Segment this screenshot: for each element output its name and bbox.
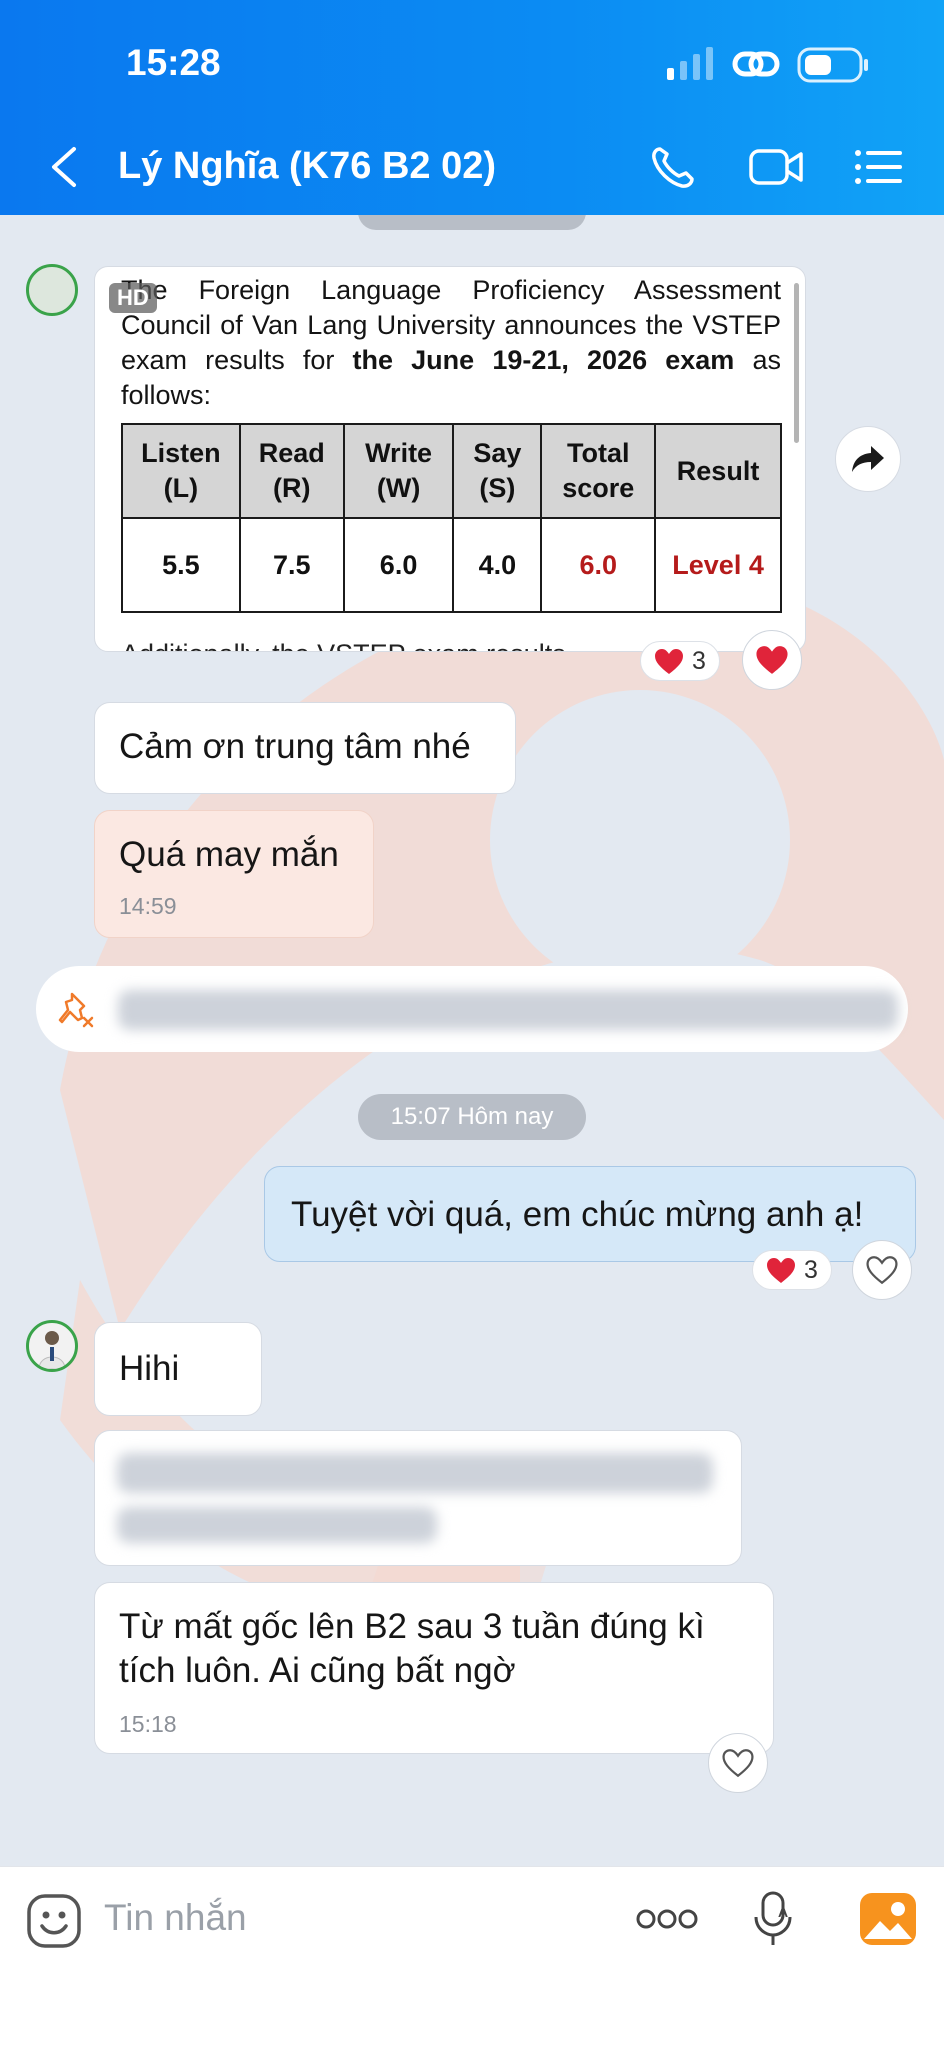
header-total: Total score (540, 423, 657, 519)
video-call-icon[interactable] (748, 143, 804, 191)
forward-button[interactable] (835, 426, 901, 492)
announcement-message[interactable]: The Foreign Language Proficiency Assessm… (94, 266, 806, 652)
message-composer: Tin nhắn A (0, 1866, 944, 2048)
reaction-summary[interactable]: 3 (752, 1250, 832, 1290)
card-scrollbar[interactable] (794, 283, 799, 443)
reaction-summary[interactable]: 3 (640, 641, 720, 681)
value-write: 6.0 (342, 517, 455, 613)
heart-icon (767, 1257, 796, 1283)
message-time: 14:59 (119, 893, 177, 919)
react-heart-button[interactable] (708, 1733, 768, 1793)
message-input[interactable]: Tin nhắn (104, 1897, 247, 1939)
phone-call-icon[interactable] (648, 143, 704, 191)
my-message-bubble[interactable]: Tuyệt vời quá, em chúc mừng anh ạ! (264, 1166, 916, 1262)
message-bubble[interactable]: Cảm ơn trung tâm nhé (94, 702, 516, 794)
blurred-content (117, 1507, 437, 1543)
blurred-content (117, 1453, 713, 1493)
menu-list-icon[interactable] (852, 143, 908, 191)
message-time: 15:18 (119, 1711, 177, 1737)
reaction-count: 3 (804, 1255, 818, 1284)
more-options-icon[interactable] (636, 1907, 698, 1931)
back-arrow-icon[interactable] (46, 145, 82, 189)
svg-text:A: A (778, 1904, 788, 1920)
blurred-message-bubble[interactable] (94, 1430, 742, 1566)
heart-icon (655, 648, 684, 674)
message-text: Tuyệt vời quá, em chúc mừng anh ạ! (291, 1195, 864, 1234)
message-bubble[interactable]: Quá may mắn 14:59 (94, 810, 374, 938)
message-bubble[interactable]: Hihi (94, 1322, 262, 1416)
heart-outline-icon (866, 1256, 898, 1285)
value-read: 7.5 (238, 517, 345, 613)
date-separator: 15:07 Hôm nay (358, 1094, 586, 1140)
value-total: 6.0 (540, 517, 657, 613)
react-heart-button[interactable] (852, 1240, 912, 1300)
value-say: 4.0 (452, 517, 543, 613)
message-text: Hihi (119, 1349, 180, 1388)
announcement-text: The Foreign Language Proficiency Assessm… (121, 275, 781, 410)
hd-badge: HD (109, 283, 157, 313)
status-time: 15:28 (126, 42, 221, 83)
blurred-content (118, 990, 898, 1030)
header-say: Say (S) (452, 423, 543, 519)
message-text: Quá may mắn (119, 835, 339, 874)
message-text: Từ mất gốc lên B2 sau 3 tuần đúng kì tíc… (119, 1607, 705, 1690)
reaction-count: 3 (692, 646, 706, 675)
header-write: Write (W) (342, 423, 455, 519)
chat-header: 15:28 Lý Nghĩa (K76 B2 02) (0, 0, 944, 215)
announcement-cut-text: Additionally, the VSTEP exam results ... (121, 639, 596, 651)
sender-avatar[interactable] (26, 1320, 78, 1372)
header-listen: Listen (L) (121, 423, 241, 519)
header-result: Result (654, 423, 782, 519)
message-text: Cảm ơn trung tâm nhé (119, 727, 471, 766)
pinned-message-bar[interactable] (36, 966, 908, 1052)
sticker-emoji-icon[interactable] (26, 1893, 82, 1949)
battery-icon (797, 47, 868, 83)
status-icons (667, 47, 868, 83)
message-bubble[interactable]: Từ mất gốc lên B2 sau 3 tuần đúng kì tíc… (94, 1582, 774, 1754)
signal-icon (667, 47, 713, 80)
person-photo-icon (38, 1331, 66, 1369)
value-result: Level 4 (654, 517, 782, 613)
image-gallery-icon[interactable] (860, 1893, 916, 1945)
heart-filled-icon (756, 646, 788, 674)
results-table: Listen (L) Read (R) Write (W) Say (S) Total s… (121, 423, 782, 613)
value-listen: 5.5 (121, 517, 241, 613)
heart-outline-icon (722, 1749, 754, 1778)
forward-arrow-icon (852, 446, 884, 472)
sender-avatar[interactable] (26, 264, 78, 316)
header-read: Read (R) (238, 423, 345, 519)
unpin-icon[interactable] (56, 988, 98, 1030)
react-heart-button[interactable] (742, 630, 802, 690)
voice-to-text-icon[interactable]: A (752, 1889, 796, 1949)
chat-title[interactable]: Lý Nghĩa (K76 B2 02) (118, 145, 496, 188)
link-icon (732, 51, 780, 77)
